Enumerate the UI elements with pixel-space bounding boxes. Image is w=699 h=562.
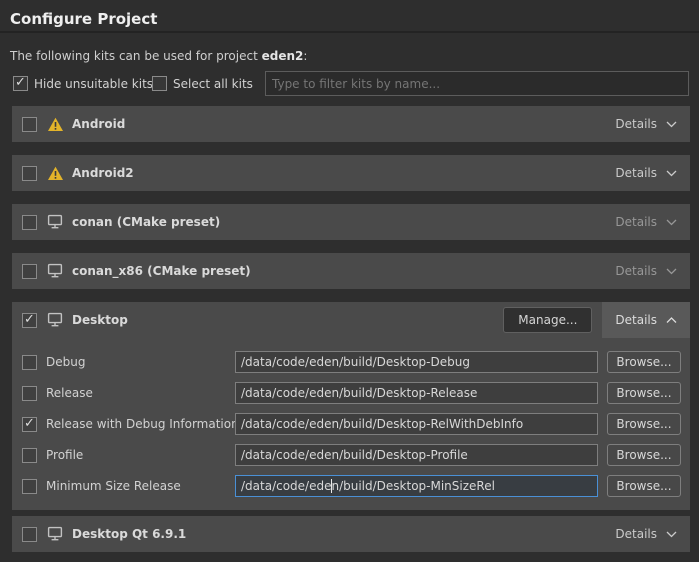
kit-filter-input[interactable] bbox=[265, 71, 689, 96]
kit-row-desktop-qt: Desktop Qt 6.9.1 Details bbox=[12, 516, 690, 552]
details-label: Details bbox=[615, 264, 657, 278]
browse-button[interactable]: Browse... bbox=[607, 351, 681, 373]
kit-checkbox[interactable] bbox=[22, 264, 37, 279]
build-dir-input-focused[interactable] bbox=[235, 475, 598, 497]
desktop-monitor-icon bbox=[47, 214, 64, 230]
build-dir-field-wrap bbox=[235, 444, 598, 466]
kit-name: Android bbox=[72, 117, 125, 131]
kit-name: conan_x86 (CMake preset) bbox=[72, 264, 251, 278]
kit-name: Android2 bbox=[72, 166, 134, 180]
details-button[interactable]: Details bbox=[602, 204, 690, 240]
details-label: Details bbox=[615, 166, 657, 180]
hide-unsuitable-kits-checkbox[interactable]: Hide unsuitable kits bbox=[13, 76, 153, 91]
details-button[interactable]: Details bbox=[602, 155, 690, 191]
hide-unsuitable-kits-label: Hide unsuitable kits bbox=[34, 77, 153, 91]
manage-kits-button[interactable]: Manage... bbox=[503, 307, 592, 333]
kit-row-desktop: Desktop Manage... Details bbox=[12, 302, 690, 338]
details-button[interactable]: Details bbox=[602, 253, 690, 289]
details-label: Details bbox=[615, 215, 657, 229]
build-config-label: Debug bbox=[46, 355, 85, 369]
kit-checkbox[interactable] bbox=[22, 117, 37, 132]
build-dir-input[interactable] bbox=[235, 444, 598, 466]
select-all-kits-label: Select all kits bbox=[173, 77, 253, 91]
chevron-down-icon bbox=[666, 166, 677, 180]
details-button[interactable]: Details bbox=[602, 106, 690, 142]
desktop-monitor-icon bbox=[47, 526, 64, 542]
kit-name: conan (CMake preset) bbox=[72, 215, 220, 229]
build-config-label: Release with Debug Information bbox=[46, 417, 239, 431]
title-separator bbox=[0, 31, 699, 33]
browse-button[interactable]: Browse... bbox=[607, 382, 681, 404]
build-config-label: Minimum Size Release bbox=[46, 479, 181, 493]
kit-row-conan: conan (CMake preset) Details bbox=[12, 204, 690, 240]
build-config-row-debug: Debug Browse... bbox=[12, 351, 690, 373]
build-config-row-relwithdebinfo: Release with Debug Information Browse... bbox=[12, 413, 690, 435]
browse-button[interactable]: Browse... bbox=[607, 413, 681, 435]
chevron-down-icon bbox=[666, 527, 677, 541]
kit-checkbox[interactable] bbox=[22, 215, 37, 230]
kit-row-conan-x86: conan_x86 (CMake preset) Details bbox=[12, 253, 690, 289]
build-dir-input[interactable] bbox=[235, 351, 598, 373]
kit-checkbox[interactable] bbox=[22, 313, 37, 328]
chevron-up-icon bbox=[666, 313, 677, 327]
checkbox-icon[interactable] bbox=[152, 76, 167, 91]
desktop-monitor-icon bbox=[47, 312, 64, 328]
kit-row-android: Android Details bbox=[12, 106, 690, 142]
browse-button[interactable]: Browse... bbox=[607, 475, 681, 497]
kit-panel-desktop: Desktop Manage... Details Debug Browse..… bbox=[12, 302, 690, 510]
build-dir-field-wrap bbox=[235, 413, 598, 435]
details-button[interactable]: Details bbox=[602, 516, 690, 552]
browse-button[interactable]: Browse... bbox=[607, 444, 681, 466]
build-config-checkbox[interactable] bbox=[22, 386, 37, 401]
chevron-down-icon bbox=[666, 264, 677, 278]
build-config-checkbox[interactable] bbox=[22, 355, 37, 370]
details-label: Details bbox=[615, 313, 657, 327]
kit-name: Desktop bbox=[72, 313, 128, 327]
build-dir-input[interactable] bbox=[235, 413, 598, 435]
build-dir-input[interactable] bbox=[235, 382, 598, 404]
desktop-monitor-icon bbox=[47, 263, 64, 279]
build-dir-field-wrap bbox=[235, 351, 598, 373]
build-config-checkbox[interactable] bbox=[22, 448, 37, 463]
build-config-checkbox[interactable] bbox=[22, 479, 37, 494]
kit-row-android2: Android2 Details bbox=[12, 155, 690, 191]
build-config-label: Profile bbox=[46, 448, 83, 462]
build-config-row-release: Release Browse... bbox=[12, 382, 690, 404]
kits-subtitle: The following kits can be used for proje… bbox=[10, 49, 307, 63]
subtitle-text: The following kits can be used for proje… bbox=[10, 49, 262, 63]
select-all-kits-checkbox[interactable]: Select all kits bbox=[152, 76, 253, 91]
checkbox-icon[interactable] bbox=[13, 76, 28, 91]
kit-name: Desktop Qt 6.9.1 bbox=[72, 527, 186, 541]
subtitle-colon: : bbox=[303, 49, 307, 63]
page-title: Configure Project bbox=[10, 10, 157, 28]
warning-icon bbox=[47, 165, 64, 181]
chevron-down-icon bbox=[666, 117, 677, 131]
build-config-checkbox[interactable] bbox=[22, 417, 37, 432]
build-config-row-minsizerel: Minimum Size Release Browse... bbox=[12, 475, 690, 497]
project-name: eden2 bbox=[262, 49, 304, 63]
details-button[interactable]: Details bbox=[602, 302, 690, 338]
kit-checkbox[interactable] bbox=[22, 527, 37, 542]
details-label: Details bbox=[615, 117, 657, 131]
build-dir-field-wrap bbox=[235, 382, 598, 404]
build-config-row-profile: Profile Browse... bbox=[12, 444, 690, 466]
warning-icon bbox=[47, 116, 64, 132]
chevron-down-icon bbox=[666, 215, 677, 229]
build-dir-field-wrap bbox=[235, 475, 598, 497]
text-caret bbox=[331, 479, 332, 493]
kit-checkbox[interactable] bbox=[22, 166, 37, 181]
details-label: Details bbox=[615, 527, 657, 541]
build-config-label: Release bbox=[46, 386, 93, 400]
